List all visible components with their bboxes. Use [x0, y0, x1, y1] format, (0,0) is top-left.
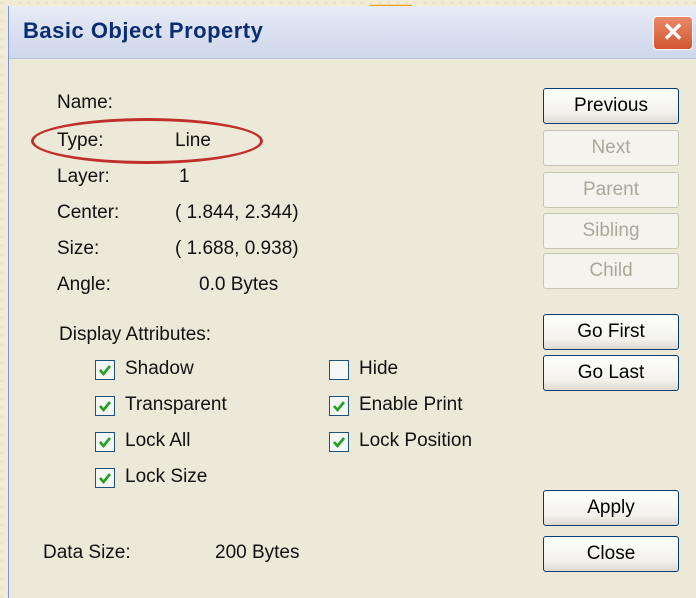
checkmark-icon [99, 365, 112, 377]
hide-checkbox[interactable] [329, 360, 349, 380]
data-size-value: 200 Bytes [215, 542, 300, 563]
data-size-label: Data Size: [43, 542, 131, 563]
name-label: Name: [57, 92, 113, 113]
checkmark-icon [99, 437, 112, 449]
shadow-checkbox[interactable] [95, 360, 115, 380]
enable-print-checkbox[interactable] [329, 396, 349, 416]
lock-all-checkbox-label: Lock All [125, 430, 191, 451]
shadow-checkbox-label: Shadow [125, 358, 194, 379]
lock-position-checkbox[interactable] [329, 432, 349, 452]
enable-print-checkbox-label: Enable Print [359, 394, 463, 415]
basic-object-property-dialog: Basic Object Property ✕ Name: Type: Line… [8, 6, 696, 598]
checkmark-icon [333, 437, 346, 449]
close-window-button[interactable]: ✕ [653, 16, 693, 50]
lock-all-checkbox[interactable] [95, 432, 115, 452]
layer-value: 1 [179, 166, 190, 187]
close-icon: ✕ [662, 17, 684, 47]
transparent-checkbox-label: Transparent [125, 394, 227, 415]
child-button[interactable]: Child [543, 253, 679, 289]
center-label: Center: [57, 202, 120, 223]
size-value: ( 1.688, 0.938) [175, 238, 299, 259]
title-bar[interactable]: Basic Object Property ✕ [9, 6, 696, 59]
checkmark-icon [99, 473, 112, 485]
close-button[interactable]: Close [543, 536, 679, 572]
lock-size-checkbox-label: Lock Size [125, 466, 208, 487]
previous-button[interactable]: Previous [543, 88, 679, 124]
checkmark-icon [333, 401, 346, 413]
display-attributes-label: Display Attributes: [59, 324, 212, 345]
transparent-checkbox[interactable] [95, 396, 115, 416]
checkmark-icon [99, 401, 112, 413]
next-button[interactable]: Next [543, 130, 679, 166]
lock-size-checkbox[interactable] [95, 468, 115, 488]
layer-label: Layer: [57, 166, 110, 187]
angle-value: 0.0 Bytes [199, 274, 279, 295]
apply-button[interactable]: Apply [543, 490, 679, 526]
lock-position-checkbox-label: Lock Position [359, 430, 473, 451]
sibling-button[interactable]: Sibling [543, 213, 679, 249]
window-title: Basic Object Property [23, 18, 264, 43]
angle-label: Angle: [57, 274, 111, 295]
type-highlight-ellipse [31, 118, 263, 164]
center-value: ( 1.844, 2.344) [175, 202, 299, 223]
parent-button[interactable]: Parent [543, 172, 679, 208]
size-label: Size: [57, 238, 100, 259]
go-last-button[interactable]: Go Last [543, 355, 679, 391]
go-first-button[interactable]: Go First [543, 314, 679, 350]
hide-checkbox-label: Hide [359, 358, 399, 379]
